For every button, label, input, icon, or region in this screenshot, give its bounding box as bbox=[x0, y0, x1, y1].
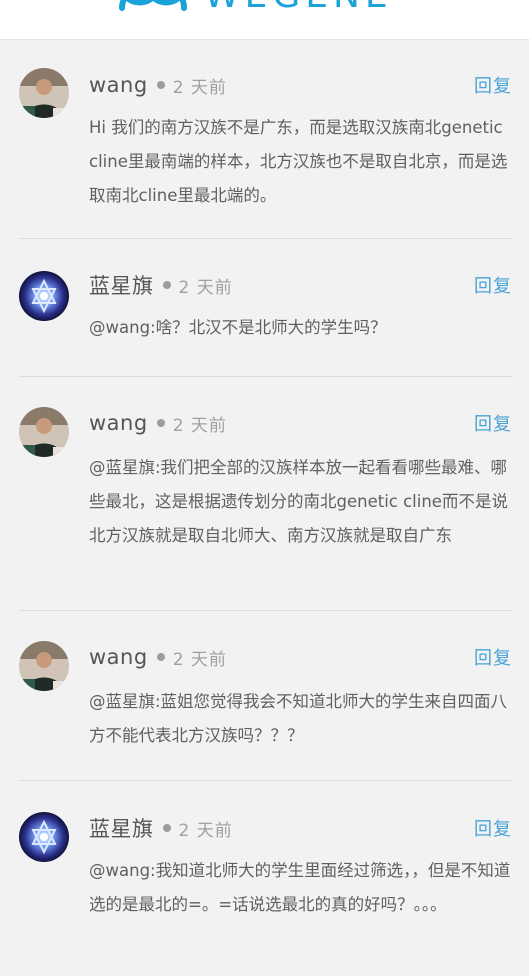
person-photo-icon bbox=[19, 641, 69, 691]
blue-star-icon bbox=[19, 812, 69, 862]
comment-item: 蓝星旗 2 天前 回复 @wang:我知道北师大的学生里面经过筛选，，但是不知道… bbox=[19, 781, 512, 976]
comment-item: wang 2 天前 回复 @蓝星旗:我们把全部的汉族样本放一起看看哪些最难、哪些… bbox=[19, 377, 512, 611]
separator-dot bbox=[162, 824, 171, 832]
user-avatar[interactable] bbox=[19, 271, 69, 321]
comment-time: 2 天前 bbox=[178, 820, 233, 841]
comment-author[interactable]: wang bbox=[89, 411, 148, 435]
dna-logo-icon bbox=[119, 0, 187, 11]
reply-button[interactable]: 回复 bbox=[474, 410, 512, 436]
app-header: WEGENE bbox=[0, 0, 529, 40]
comment-text: @蓝星旗:我们把全部的汉族样本放一起看看哪些最难、哪些最北，这是根据遗传划分的南… bbox=[89, 458, 508, 545]
user-avatar[interactable] bbox=[19, 641, 69, 691]
comment-author[interactable]: 蓝星旗 bbox=[89, 813, 154, 843]
reply-button[interactable]: 回复 bbox=[474, 272, 512, 298]
comment-meta: 蓝星旗 2 天前 回复 bbox=[89, 813, 512, 843]
comment-text: Hi 我们的南方汉族不是广东，而是选取汉族南北genetic cline里最南端… bbox=[89, 118, 508, 205]
comment-time: 2 天前 bbox=[172, 649, 227, 670]
separator-dot bbox=[156, 81, 165, 89]
comment-text: @wang:我知道北师大的学生里面经过筛选，，但是不知道选的是最北的=。=话说选… bbox=[89, 861, 511, 914]
reply-button[interactable]: 回复 bbox=[474, 72, 512, 98]
comment-text: @蓝星旗:蓝姐您觉得我会不知道北师大的学生来自四面八方不能代表北方汉族吗？？？ bbox=[89, 692, 508, 745]
comment-author[interactable]: wang bbox=[89, 73, 148, 97]
separator-dot bbox=[162, 281, 171, 289]
comment-list: wang 2 天前 回复 Hi 我们的南方汉族不是广东，而是选取汉族南北gene… bbox=[0, 40, 529, 976]
user-avatar[interactable] bbox=[19, 407, 69, 457]
comment-meta: wang 2 天前 回复 bbox=[89, 70, 512, 100]
comment-meta: 蓝星旗 2 天前 回复 bbox=[89, 270, 512, 300]
person-photo-icon bbox=[19, 68, 69, 118]
wegene-logo[interactable]: WEGENE bbox=[118, 0, 393, 16]
blue-star-icon bbox=[19, 271, 69, 321]
comment-text: @wang:啥？北汉不是北师大的学生吗？ bbox=[89, 318, 387, 337]
separator-dot bbox=[156, 653, 165, 661]
comment-meta: wang 2 天前 回复 bbox=[89, 408, 512, 438]
comment-time: 2 天前 bbox=[178, 277, 233, 298]
comment-item: wang 2 天前 回复 Hi 我们的南方汉族不是广东，而是选取汉族南北gene… bbox=[19, 40, 512, 239]
comment-time: 2 天前 bbox=[172, 77, 227, 98]
comment-author[interactable]: 蓝星旗 bbox=[89, 270, 154, 300]
logo-text: WEGENE bbox=[204, 0, 393, 16]
user-avatar[interactable] bbox=[19, 68, 69, 118]
comment-time: 2 天前 bbox=[172, 415, 227, 436]
comment-author[interactable]: wang bbox=[89, 645, 148, 669]
reply-button[interactable]: 回复 bbox=[474, 815, 512, 841]
comment-item: 蓝星旗 2 天前 回复 @wang:啥？北汉不是北师大的学生吗？ bbox=[19, 239, 512, 377]
reply-button[interactable]: 回复 bbox=[474, 644, 512, 670]
person-photo-icon bbox=[19, 407, 69, 457]
comment-meta: wang 2 天前 回复 bbox=[89, 642, 512, 672]
separator-dot bbox=[156, 419, 165, 427]
comment-item: wang 2 天前 回复 @蓝星旗:蓝姐您觉得我会不知道北师大的学生来自四面八方… bbox=[19, 611, 512, 781]
user-avatar[interactable] bbox=[19, 812, 69, 862]
